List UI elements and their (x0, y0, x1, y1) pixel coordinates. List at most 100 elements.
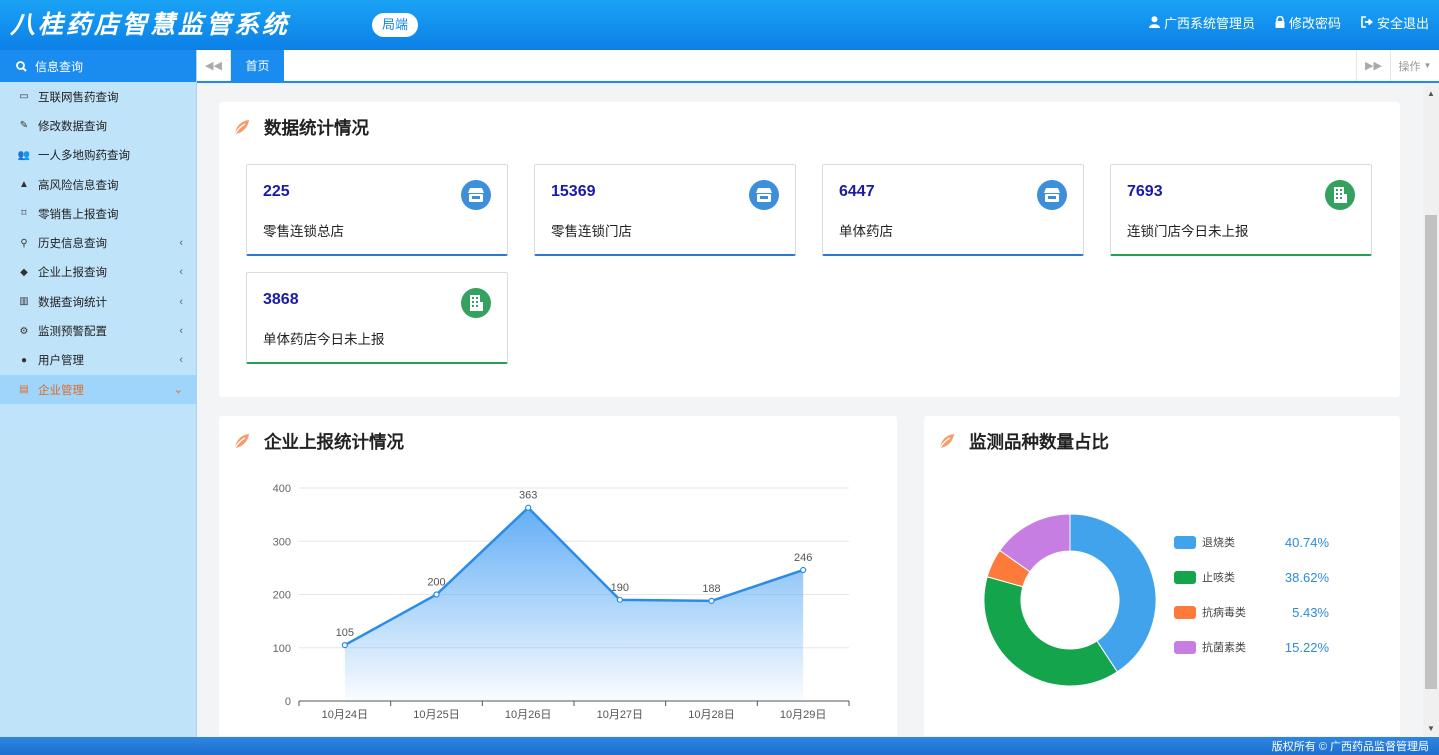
x-tick-label: 10月27日 (597, 709, 643, 721)
logout-link[interactable]: 安全退出 (1361, 13, 1429, 32)
y-tick-label: 200 (273, 590, 291, 602)
sidebar-item-7[interactable]: ▥ 数据查询统计 ‹ (0, 287, 196, 316)
category-chart-panel: 监测品种数量占比 退烧类 40.74% 止咳类 38.62% 抗病毒类 5.43% 抗菌素类… (924, 416, 1400, 736)
sidebar-item-label: 历史信息查询 (38, 238, 107, 251)
scroll-down-arrow[interactable]: ▼ (1423, 720, 1439, 736)
change-password-link[interactable]: 修改密码 (1275, 13, 1341, 32)
top-header: 八桂药店智慧监管系统 局端 广西系统管理员 修改密码 安全退出 (0, 0, 1439, 50)
operations-label: 操作 (1398, 60, 1421, 73)
stats-title-text: 数据统计情况 (264, 117, 369, 138)
stat-card[interactable]: 3868 单体药店今日未上报 (246, 272, 508, 364)
legend-swatch (1174, 640, 1196, 654)
stat-value: 15369 (551, 183, 596, 200)
double-left-icon: ◀◀ (205, 60, 222, 72)
sign-out-icon (1361, 16, 1373, 28)
legend-item[interactable]: 抗菌素类 15.22% (1174, 640, 1329, 655)
scroll-thumb[interactable] (1425, 215, 1437, 689)
stat-value: 7693 (1127, 183, 1163, 200)
user-icon: ● (20, 354, 28, 366)
legend-value: 40.74% (1284, 534, 1329, 550)
sidebar-item-label: 用户管理 (38, 355, 84, 368)
legend-item[interactable]: 退烧类 40.74% (1174, 535, 1329, 550)
stat-label: 单体药店今日未上报 (263, 332, 385, 347)
operations-dropdown[interactable]: 操作 ▼ (1390, 50, 1439, 81)
app-title: 八桂药店智慧监管系统 (10, 11, 291, 39)
sidebar-item-6[interactable]: ◆ 企业上报查询 ‹ (0, 258, 196, 287)
tab-prev-button[interactable]: ◀◀ (197, 50, 231, 81)
chevron-left-icon: ‹ (179, 237, 183, 250)
search-icon (16, 60, 27, 72)
stat-value: 3868 (263, 291, 299, 308)
data-point (341, 641, 348, 649)
y-tick-label: 300 (273, 536, 291, 548)
sidebar-item-4[interactable]: ⌑ 零销售上报查询 (0, 199, 196, 228)
legend-item[interactable]: 抗病毒类 5.43% (1174, 605, 1329, 620)
legend-swatch (1174, 570, 1196, 584)
search-icon: ⚲ (20, 237, 28, 249)
x-tick-label: 10月25日 (413, 709, 459, 721)
stat-card[interactable]: 15369 零售连锁门店 (534, 164, 796, 256)
copyright-text: 版权所有 © 广西药品监督管理局 (1271, 741, 1429, 753)
sidebar-item-label: 互联网售药查询 (38, 91, 119, 104)
logout-label: 安全退出 (1376, 15, 1429, 31)
stats-panel-title: 数据统计情况 (233, 114, 369, 140)
legend-item[interactable]: 止咳类 38.62% (1174, 570, 1329, 585)
y-tick-label: 400 (273, 483, 291, 495)
sidebar: 信息查询 ▭ 互联网售药查询 ✎ 修改数据查询 👥 一人多地购药查询 ▲ 高风险信息查询 ⌑ 零销… (0, 50, 197, 738)
legend-label: 抗病毒类 (1202, 607, 1246, 619)
data-point (616, 596, 623, 603)
sidebar-item-2[interactable]: 👥 一人多地购药查询 (0, 141, 196, 170)
legend-value: 38.62% (1284, 569, 1329, 585)
sidebar-item-1[interactable]: ✎ 修改数据查询 (0, 111, 196, 140)
header-links: 广西系统管理员 修改密码 安全退出 (1148, 0, 1429, 44)
content-scrollbar[interactable]: ▲ ▼ (1423, 85, 1439, 736)
caret-down-icon: ▼ (1423, 61, 1432, 70)
warning-icon: ▲ (19, 179, 29, 191)
chevron-left-icon: ‹ (179, 325, 183, 338)
tags-icon: ◆ (20, 266, 28, 278)
sidebar-item-10[interactable]: ▤ 企业管理 ⌄ (0, 374, 196, 405)
legend-swatch (1174, 535, 1196, 549)
sidebar-item-9[interactable]: ● 用户管理 ‹ (0, 346, 196, 375)
sidebar-item-5[interactable]: ⚲ 历史信息查询 ‹ (0, 228, 196, 257)
sidebar-item-label: 监测预警配置 (38, 326, 107, 339)
stat-label: 零售连锁总店 (263, 224, 344, 239)
data-point (525, 504, 532, 511)
legend-label: 退烧类 (1202, 537, 1235, 549)
y-tick-label: 100 (273, 643, 291, 655)
stat-value: 225 (263, 183, 290, 200)
store-icon (1037, 180, 1067, 210)
data-point (433, 591, 440, 598)
change-password-label: 修改密码 (1288, 15, 1341, 31)
data-label: 190 (611, 582, 629, 594)
user-icon (1148, 16, 1160, 28)
sidebar-item-3[interactable]: ▲ 高风险信息查询 (0, 170, 196, 199)
role-badge: 局端 (372, 13, 419, 37)
sidebar-head[interactable]: 信息查询 (0, 50, 196, 82)
tab-next-button[interactable]: ▶▶ (1356, 50, 1390, 81)
donut-slice[interactable] (983, 576, 1118, 687)
lock-icon (1275, 16, 1285, 28)
bookmark-icon: ⌑ (21, 208, 27, 220)
legend-swatch (1174, 605, 1196, 619)
stat-card[interactable]: 225 零售连锁总店 (246, 164, 508, 256)
chevron-left-icon: ‹ (179, 295, 183, 308)
stat-label: 连锁门店今日未上报 (1127, 224, 1249, 239)
report-chart-panel: 企业上报统计情况 0 100 200 300 400 10月24日 10月25日 10月26日… (219, 416, 897, 736)
stats-panel: 数据统计情况 225 零售连锁总店 15369 零售连锁门店 6447 单体药店 7693 连… (219, 102, 1400, 397)
building-icon (461, 288, 491, 318)
user-menu[interactable]: 广西系统管理员 (1148, 13, 1255, 32)
stat-card[interactable]: 6447 单体药店 (822, 164, 1084, 256)
users-icon: 👥 (17, 149, 31, 161)
data-point (708, 597, 715, 604)
sidebar-item-label: 修改数据查询 (38, 120, 107, 133)
sidebar-item-label: 一人多地购药查询 (38, 150, 130, 163)
sidebar-item-8[interactable]: ⚙ 监测预警配置 ‹ (0, 316, 196, 345)
scroll-up-arrow[interactable]: ▲ (1423, 85, 1439, 101)
sidebar-item-0[interactable]: ▭ 互联网售药查询 (0, 82, 196, 111)
stat-label: 单体药店 (839, 224, 893, 239)
stat-card[interactable]: 7693 连锁门店今日未上报 (1110, 164, 1372, 256)
tab-home[interactable]: 首页 (231, 50, 284, 81)
building-icon (1325, 180, 1355, 210)
chevron-left-icon: ‹ (179, 354, 183, 367)
